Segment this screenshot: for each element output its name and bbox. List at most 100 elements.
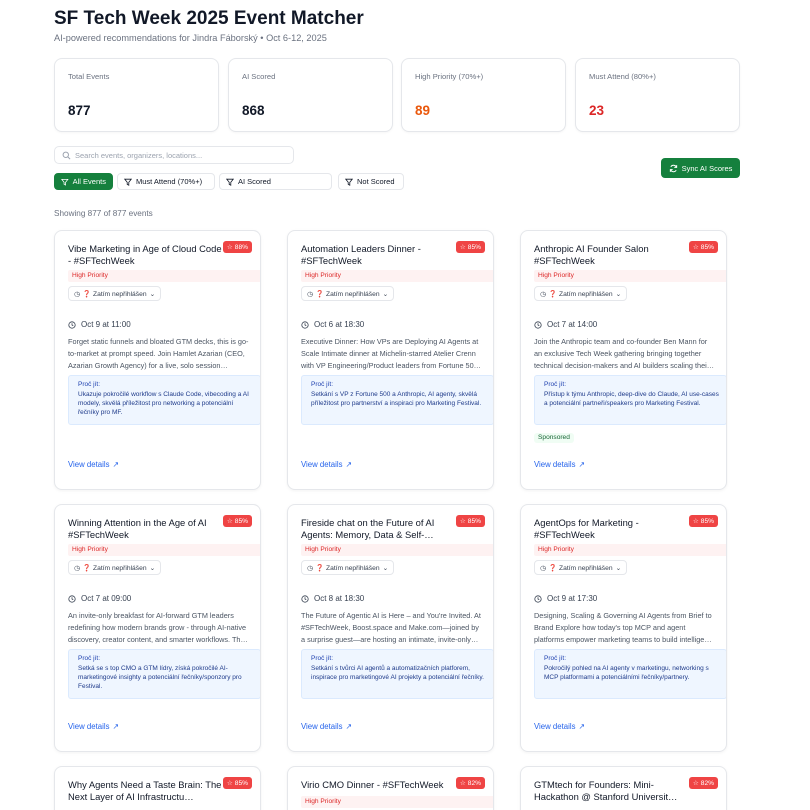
- clock-icon: [301, 594, 309, 603]
- star-icon: ☆: [226, 518, 233, 525]
- registration-dropdown[interactable]: ◷ ❓ Zatím nepřihlášen ⌄: [68, 286, 162, 301]
- filter-label: Not Scored: [357, 177, 395, 186]
- event-title[interactable]: Virio CMO Dinner - #SFTechWeek: [301, 779, 459, 791]
- score-badge: ☆ 85%: [455, 515, 485, 527]
- event-description: The Future of Agentic AI is Here – and Y…: [301, 611, 481, 644]
- clock-icon: ◷: [307, 290, 313, 298]
- filter-label: Must Attend (70%+): [136, 177, 203, 186]
- score-value: 85%: [234, 779, 248, 787]
- view-details-link[interactable]: View details ↗: [301, 722, 352, 731]
- event-title[interactable]: Why Agents Need a Taste Brain: The Next …: [68, 779, 226, 803]
- view-details-label: View details: [68, 460, 110, 469]
- priority-label: High Priority: [301, 544, 493, 556]
- event-date-text: Oct 7 at 14:00: [547, 320, 598, 329]
- score-badge: ☆ 82%: [688, 777, 718, 789]
- stat-label: AI Scored: [242, 72, 276, 81]
- search-input[interactable]: [75, 149, 287, 162]
- filter-label: AI Scored: [238, 177, 271, 186]
- view-details-link[interactable]: View details ↗: [534, 460, 585, 469]
- external-link-icon: ↗: [112, 460, 120, 469]
- event-date: Oct 7 at 14:00: [534, 320, 597, 329]
- view-details-link[interactable]: View details ↗: [68, 722, 119, 731]
- event-date-text: Oct 9 at 11:00: [81, 320, 131, 329]
- event-card: Vibe Marketing in Age of Cloud Code - #S…: [54, 230, 261, 490]
- event-date-text: Oct 6 at 18:30: [314, 320, 365, 329]
- event-description: Forget static funnels and bloated GTM de…: [68, 337, 249, 370]
- clock-icon: [68, 320, 76, 329]
- filter-must-attend[interactable]: Must Attend (70%+): [117, 173, 215, 190]
- event-date-text: Oct 7 at 09:00: [81, 594, 132, 603]
- chevron-down-icon: ⌄: [149, 564, 156, 572]
- sync-ai-scores-button[interactable]: Sync AI Scores: [661, 158, 740, 178]
- why-attend-box: Proč jít: Ukazuje pokročilé workflow s Cl…: [68, 375, 260, 425]
- registration-dropdown[interactable]: ◷ ❓ Zatím nepřihlášen ⌄: [534, 560, 628, 575]
- view-details-label: View details: [301, 722, 343, 731]
- score-value: 85%: [467, 517, 481, 525]
- registration-dropdown[interactable]: ◷ ❓ Zatím nepřihlášen ⌄: [301, 286, 395, 301]
- why-heading: Proč jít:: [544, 655, 567, 662]
- view-details-label: View details: [534, 722, 576, 731]
- why-text: Ukazuje pokročilé workflow s Claude Code…: [78, 391, 249, 416]
- priority-label: High Priority: [534, 544, 726, 556]
- why-attend-box: Proč jít: Setkání s VP z Fortune 500 a An…: [301, 375, 493, 425]
- event-title[interactable]: Vibe Marketing in Age of Cloud Code - #S…: [68, 243, 226, 267]
- clock-icon: ◷: [540, 290, 546, 298]
- score-badge: ☆ 85%: [222, 777, 252, 789]
- stat-label: High Priority (70%+): [415, 72, 484, 81]
- registration-dropdown[interactable]: ◷ ❓ Zatím nepřihlášen ⌄: [534, 286, 628, 301]
- view-details-link[interactable]: View details ↗: [301, 460, 352, 469]
- stat-value: 89: [415, 103, 431, 118]
- event-title[interactable]: Automation Leaders Dinner - #SFTechWeek: [301, 243, 459, 267]
- event-title[interactable]: AgentOps for Marketing - #SFTechWeek: [534, 517, 692, 541]
- event-title[interactable]: Fireside chat on the Future of AI Agents…: [301, 517, 459, 541]
- stat-value: 877: [68, 103, 91, 118]
- registration-dropdown[interactable]: ◷ ❓ Zatím nepřihlášen ⌄: [68, 560, 162, 575]
- event-date-text: Oct 8 at 18:30: [314, 594, 365, 603]
- registration-status: ❓ Zatím nepřihlášen: [548, 290, 613, 298]
- page-title: SF Tech Week 2025 Event Matcher: [54, 8, 364, 29]
- view-details-link[interactable]: View details ↗: [68, 460, 119, 469]
- view-details-link[interactable]: View details ↗: [534, 722, 585, 731]
- why-heading: Proč jít:: [544, 381, 567, 388]
- clock-icon: [301, 320, 309, 329]
- why-attend-box: Proč jít: Setkání s tvůrci AI agentů a au…: [301, 649, 493, 699]
- why-text: Pokročilý pohled na AI agenty v marketin…: [544, 665, 709, 681]
- event-card: Virio CMO Dinner - #SFTechWeek ☆ 82% High…: [287, 766, 494, 810]
- event-description: Join the Anthropic team and co-founder B…: [534, 337, 715, 370]
- filter-all-events[interactable]: All Events: [54, 173, 113, 190]
- event-title[interactable]: Anthropic AI Founder Salon #SFTechWeek: [534, 243, 692, 267]
- event-title[interactable]: Winning Attention in the Age of AI #SFTe…: [68, 517, 226, 541]
- chevron-down-icon: ⌄: [615, 290, 622, 298]
- stat-label: Must Attend (80%+): [589, 72, 656, 81]
- sponsored-badge: Sponsored: [534, 433, 574, 443]
- refresh-icon: [669, 164, 677, 172]
- clock-icon: ◷: [307, 564, 313, 572]
- event-card: Why Agents Need a Taste Brain: The Next …: [54, 766, 261, 810]
- search-icon: [62, 151, 71, 160]
- event-title[interactable]: GTMtech for Founders: Mini-Hackathon @ S…: [534, 779, 692, 803]
- registration-status: ❓ Zatím nepřihlášen: [82, 564, 147, 572]
- external-link-icon: ↗: [112, 722, 120, 731]
- event-card: Anthropic AI Founder Salon #SFTechWeek ☆…: [520, 230, 727, 490]
- stat-value: 23: [589, 103, 605, 118]
- stat-total-events: Total Events 877: [54, 58, 219, 132]
- filter-not-scored[interactable]: Not Scored: [338, 173, 404, 190]
- score-badge: ☆ 85%: [222, 515, 252, 527]
- clock-icon: [68, 594, 76, 603]
- why-text: Přístup k týmu Anthropic, deep-dive do C…: [544, 391, 719, 407]
- score-value: 85%: [700, 517, 714, 525]
- event-card: Fireside chat on the Future of AI Agents…: [287, 504, 494, 752]
- score-badge: ☆ 88%: [222, 241, 252, 253]
- search-box[interactable]: [54, 146, 294, 164]
- filter-ai-scored[interactable]: AI Scored: [219, 173, 332, 190]
- score-value: 85%: [467, 243, 481, 251]
- score-value: 82%: [467, 779, 481, 787]
- filter-icon: [345, 178, 353, 186]
- star-icon: ☆: [692, 244, 699, 251]
- registration-status: ❓ Zatím nepřihlášen: [548, 564, 613, 572]
- registration-dropdown[interactable]: ◷ ❓ Zatím nepřihlášen ⌄: [301, 560, 395, 575]
- stat-value: 868: [242, 103, 265, 118]
- external-link-icon: ↗: [345, 722, 353, 731]
- star-icon: ☆: [692, 518, 699, 525]
- clock-icon: ◷: [74, 290, 80, 298]
